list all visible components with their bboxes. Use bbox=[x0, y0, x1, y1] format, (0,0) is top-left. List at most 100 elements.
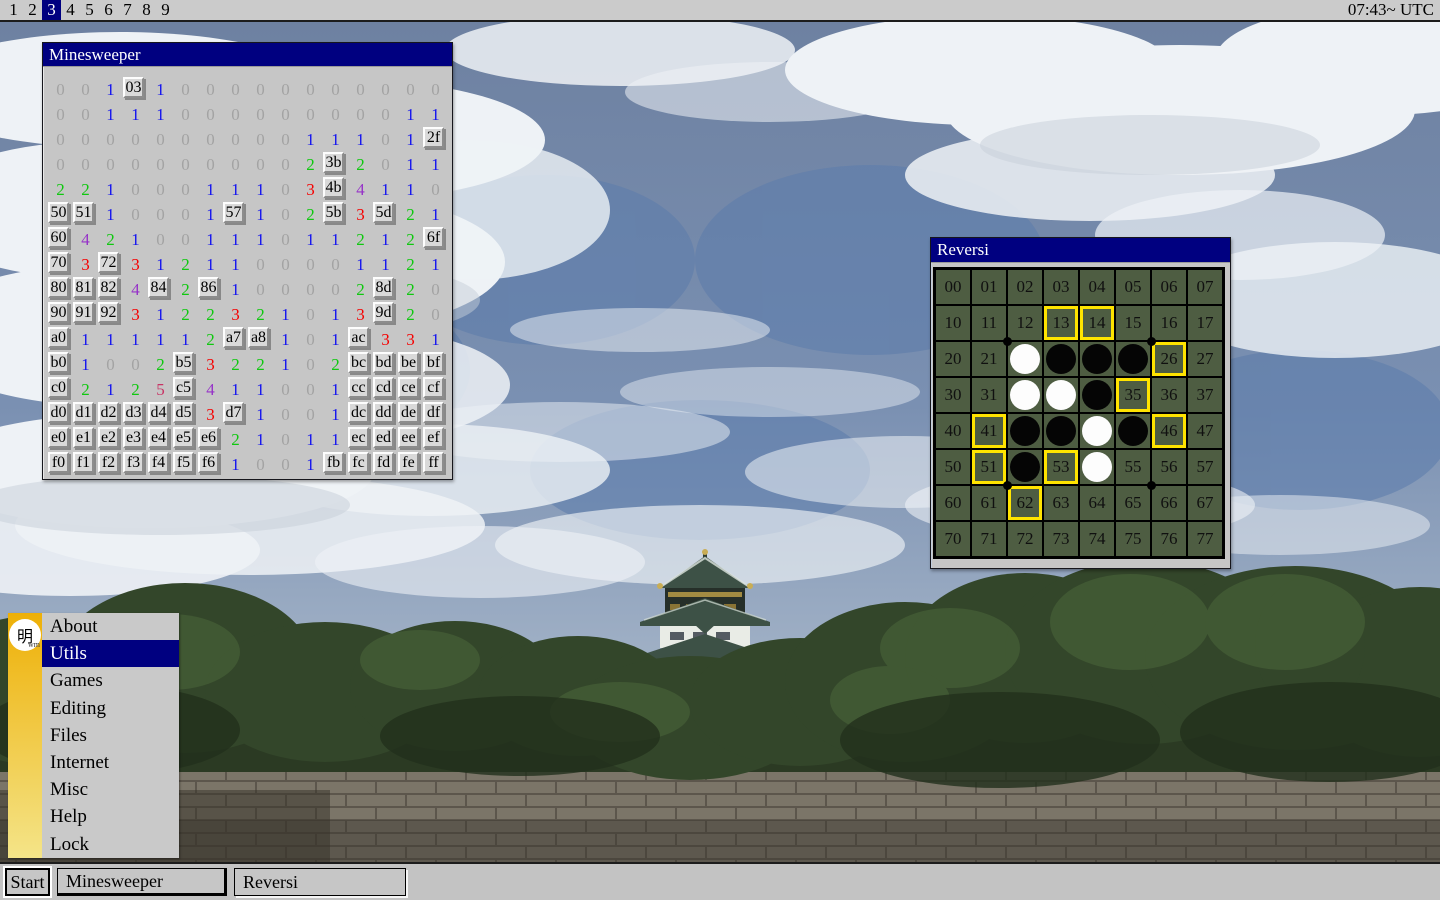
mine-cell-button-72[interactable]: 72 bbox=[98, 252, 119, 273]
mine-cell-button-fd[interactable]: fd bbox=[373, 452, 394, 473]
mine-cell-button-57[interactable]: 57 bbox=[223, 202, 244, 223]
mine-cell-button-ac[interactable]: ac bbox=[348, 327, 369, 348]
mine-cell-button-e1[interactable]: e1 bbox=[73, 427, 94, 448]
menu-item-editing[interactable]: Editing bbox=[42, 695, 179, 722]
mine-cell-button-92[interactable]: 92 bbox=[98, 302, 119, 323]
mine-cell-button-51[interactable]: 51 bbox=[73, 202, 94, 223]
mine-cell-button-f0[interactable]: f0 bbox=[48, 452, 69, 473]
reversi-cell-26[interactable]: 26 bbox=[1151, 341, 1187, 377]
mine-cell-button-d0[interactable]: d0 bbox=[48, 402, 69, 423]
mine-cell-button-d2[interactable]: d2 bbox=[98, 402, 119, 423]
mine-cell-button-f5[interactable]: f5 bbox=[173, 452, 194, 473]
minesweeper-titlebar[interactable]: Minesweeper bbox=[43, 43, 452, 67]
mine-cell-button-5b[interactable]: 5b bbox=[323, 202, 344, 223]
mine-cell-button-dc[interactable]: dc bbox=[348, 402, 369, 423]
reversi-cell-62[interactable]: 62 bbox=[1007, 485, 1043, 521]
mine-cell-button-3b[interactable]: 3b bbox=[323, 152, 344, 173]
menu-item-about[interactable]: About bbox=[42, 613, 179, 640]
mine-cell-button-ec[interactable]: ec bbox=[348, 427, 369, 448]
mine-cell-button-81[interactable]: 81 bbox=[73, 277, 94, 298]
mine-cell-button-91[interactable]: 91 bbox=[73, 302, 94, 323]
menu-item-files[interactable]: Files bbox=[42, 722, 179, 749]
reversi-cell-53[interactable]: 53 bbox=[1043, 449, 1079, 485]
menu-item-internet[interactable]: Internet bbox=[42, 749, 179, 776]
taskbar-window-reversi[interactable]: Reversi bbox=[234, 868, 406, 896]
workspace-4[interactable]: 4 bbox=[61, 0, 80, 20]
mine-cell-button-6f[interactable]: 6f bbox=[423, 227, 444, 248]
mine-cell-button-be[interactable]: be bbox=[398, 352, 419, 373]
menu-item-lock[interactable]: Lock bbox=[42, 831, 179, 858]
mine-cell-button-de[interactable]: de bbox=[398, 402, 419, 423]
reversi-cell-35[interactable]: 35 bbox=[1115, 377, 1151, 413]
mine-cell-button-fb[interactable]: fb bbox=[323, 452, 344, 473]
mine-cell-button-b0[interactable]: b0 bbox=[48, 352, 69, 373]
mine-cell-button-ce[interactable]: ce bbox=[398, 377, 419, 398]
workspace-5[interactable]: 5 bbox=[80, 0, 99, 20]
mine-cell-button-f2[interactable]: f2 bbox=[98, 452, 119, 473]
reversi-cell-41[interactable]: 41 bbox=[971, 413, 1007, 449]
menu-item-help[interactable]: Help bbox=[42, 803, 179, 830]
workspace-1[interactable]: 1 bbox=[4, 0, 23, 20]
mine-cell-button-fc[interactable]: fc bbox=[348, 452, 369, 473]
mine-cell-button-cf[interactable]: cf bbox=[423, 377, 444, 398]
mine-cell-button-d3[interactable]: d3 bbox=[123, 402, 144, 423]
menu-item-utils[interactable]: Utils bbox=[42, 640, 179, 667]
mine-cell-button-c5[interactable]: c5 bbox=[173, 377, 194, 398]
mine-cell-button-ed[interactable]: ed bbox=[373, 427, 394, 448]
mine-cell-button-e3[interactable]: e3 bbox=[123, 427, 144, 448]
mine-cell-button-03[interactable]: 03 bbox=[123, 77, 144, 98]
mine-cell-button-86[interactable]: 86 bbox=[198, 277, 219, 298]
menu-item-games[interactable]: Games bbox=[42, 667, 179, 694]
mine-cell-button-e4[interactable]: e4 bbox=[148, 427, 169, 448]
mine-cell-button-cd[interactable]: cd bbox=[373, 377, 394, 398]
reversi-cell-51[interactable]: 51 bbox=[971, 449, 1007, 485]
mine-cell-button-bc[interactable]: bc bbox=[348, 352, 369, 373]
mine-cell-button-90[interactable]: 90 bbox=[48, 302, 69, 323]
mine-cell-button-ee[interactable]: ee bbox=[398, 427, 419, 448]
mine-cell-button-bd[interactable]: bd bbox=[373, 352, 394, 373]
mine-cell-button-f1[interactable]: f1 bbox=[73, 452, 94, 473]
mine-cell-button-5d[interactable]: 5d bbox=[373, 202, 394, 223]
mine-cell-button-fe[interactable]: fe bbox=[398, 452, 419, 473]
mine-cell-button-2f[interactable]: 2f bbox=[423, 127, 444, 148]
reversi-cell-13[interactable]: 13 bbox=[1043, 305, 1079, 341]
start-button[interactable]: Start bbox=[5, 868, 50, 896]
mine-cell-button-d5[interactable]: d5 bbox=[173, 402, 194, 423]
mine-cell-button-cc[interactable]: cc bbox=[348, 377, 369, 398]
mine-cell-button-f4[interactable]: f4 bbox=[148, 452, 169, 473]
mine-cell-button-f6[interactable]: f6 bbox=[198, 452, 219, 473]
mine-cell-button-70[interactable]: 70 bbox=[48, 252, 69, 273]
mine-cell-button-a0[interactable]: a0 bbox=[48, 327, 69, 348]
mine-cell-button-84[interactable]: 84 bbox=[148, 277, 169, 298]
workspace-3[interactable]: 3 bbox=[42, 0, 61, 20]
mine-cell-button-82[interactable]: 82 bbox=[98, 277, 119, 298]
mine-cell-button-ef[interactable]: ef bbox=[423, 427, 444, 448]
menu-item-misc[interactable]: Misc bbox=[42, 776, 179, 803]
mine-cell-button-e5[interactable]: e5 bbox=[173, 427, 194, 448]
workspace-8[interactable]: 8 bbox=[137, 0, 156, 20]
mine-cell-button-f3[interactable]: f3 bbox=[123, 452, 144, 473]
workspace-6[interactable]: 6 bbox=[99, 0, 118, 20]
reversi-cell-46[interactable]: 46 bbox=[1151, 413, 1187, 449]
mine-cell-button-df[interactable]: df bbox=[423, 402, 444, 423]
mine-cell-button-d7[interactable]: d7 bbox=[223, 402, 244, 423]
mine-cell-button-e2[interactable]: e2 bbox=[98, 427, 119, 448]
mine-cell-button-d1[interactable]: d1 bbox=[73, 402, 94, 423]
mine-cell-button-60[interactable]: 60 bbox=[48, 227, 69, 248]
workspace-9[interactable]: 9 bbox=[156, 0, 175, 20]
mine-cell-button-e0[interactable]: e0 bbox=[48, 427, 69, 448]
mine-cell-button-ff[interactable]: ff bbox=[423, 452, 444, 473]
mine-cell-button-8d[interactable]: 8d bbox=[373, 277, 394, 298]
mine-cell-button-c0[interactable]: c0 bbox=[48, 377, 69, 398]
taskbar-window-minesweeper[interactable]: Minesweeper bbox=[57, 868, 227, 896]
mine-cell-button-a7[interactable]: a7 bbox=[223, 327, 244, 348]
mine-cell-button-d4[interactable]: d4 bbox=[148, 402, 169, 423]
mine-cell-button-dd[interactable]: dd bbox=[373, 402, 394, 423]
mine-cell-button-e6[interactable]: e6 bbox=[198, 427, 219, 448]
mine-cell-button-bf[interactable]: bf bbox=[423, 352, 444, 373]
reversi-cell-14[interactable]: 14 bbox=[1079, 305, 1115, 341]
mine-cell-button-50[interactable]: 50 bbox=[48, 202, 69, 223]
reversi-titlebar[interactable]: Reversi bbox=[931, 238, 1230, 263]
workspace-7[interactable]: 7 bbox=[118, 0, 137, 20]
mine-cell-button-b5[interactable]: b5 bbox=[173, 352, 194, 373]
